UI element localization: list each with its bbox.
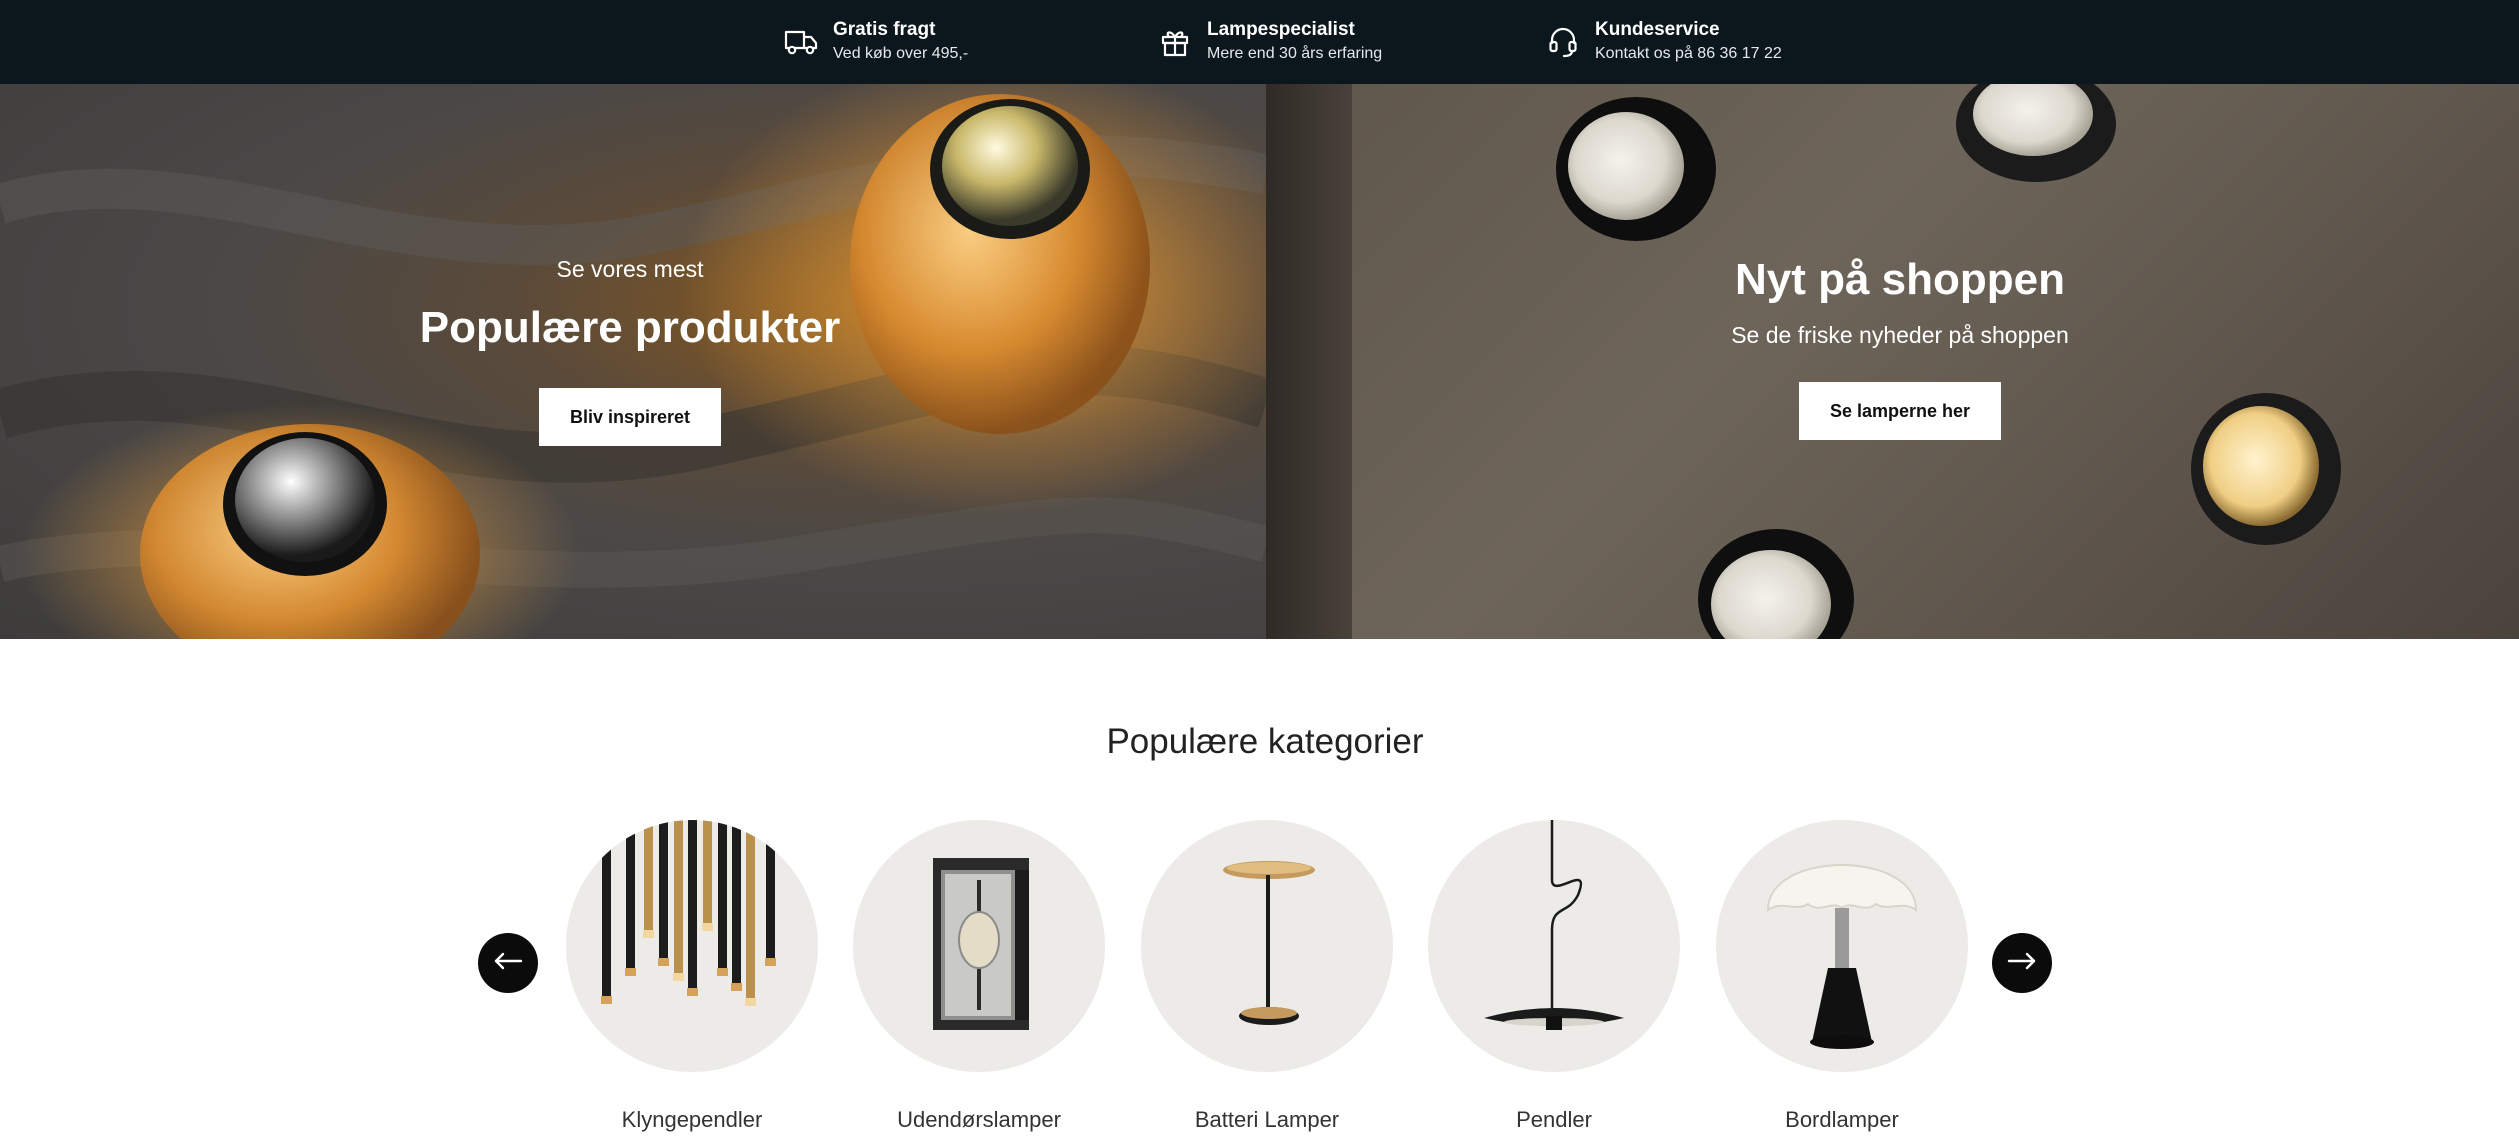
category-image	[1716, 820, 1968, 1072]
hero-kicker: Se vores mest	[556, 256, 704, 282]
category-bordlamper[interactable]: Bordlamper	[1716, 820, 1968, 1134]
category-image	[1428, 820, 1680, 1072]
hero-popular-products[interactable]: Se vores mest Populære produkter Bliv in…	[0, 84, 1266, 639]
category-label: Klyngependler	[621, 1107, 763, 1132]
category-batteri-lamper[interactable]: Batteri Lamper	[1141, 820, 1393, 1134]
category-label: Udendørslamper	[897, 1107, 1061, 1132]
headset-icon	[1545, 24, 1581, 60]
category-label: Bordlamper	[1785, 1107, 1899, 1132]
hero-left-content: Se vores mest Populære produkter Bliv in…	[0, 254, 1260, 446]
category-image	[853, 820, 1105, 1072]
category-image	[1141, 820, 1393, 1072]
usp-subtitle: Ved køb over 495,-	[833, 45, 969, 62]
usp-lamp-specialist: Lampespecialist Mere end 30 års erfaring	[1157, 0, 1382, 84]
usp-title: Gratis fragt	[833, 19, 936, 40]
truck-icon	[783, 24, 819, 60]
arrow-left-icon	[493, 951, 523, 976]
carousel-prev-button[interactable]	[478, 933, 538, 993]
usp-bar: Gratis fragt Ved køb over 495,- Lampespe…	[0, 0, 2519, 84]
usp-customer-service: Kundeservice Kontakt os på 86 36 17 22	[1545, 0, 1782, 84]
category-klyngependler[interactable]: Klyngependler	[566, 820, 818, 1134]
usp-title: Kundeservice	[1595, 19, 1720, 40]
category-label: Batteri Lamper	[1194, 1107, 1340, 1132]
category-image	[566, 820, 818, 1072]
se-lamperne-her-button[interactable]: Se lamperne her	[1798, 382, 2002, 440]
category-pendler[interactable]: Pendler	[1428, 820, 1680, 1134]
hero-title: Populære produkter	[419, 303, 841, 352]
bliv-inspireret-button[interactable]: Bliv inspireret	[538, 388, 722, 446]
gift-icon	[1157, 24, 1193, 60]
hero-right-content: Nyt på shoppen Se de friske nyheder på s…	[1266, 252, 2519, 440]
carousel-next-button[interactable]	[1992, 933, 2052, 993]
arrow-right-icon	[2007, 951, 2037, 976]
usp-free-shipping: Gratis fragt Ved køb over 495,-	[783, 0, 968, 84]
categories-heading: Populære kategorier	[1106, 722, 1424, 761]
usp-title: Lampespecialist	[1207, 19, 1355, 40]
usp-subtitle: Mere end 30 års erfaring	[1207, 45, 1383, 62]
usp-subtitle: Kontakt os på 86 36 17 22	[1595, 45, 1782, 62]
category-udendoerslamper[interactable]: Udendørslamper	[853, 820, 1105, 1134]
hero-subtitle: Se de friske nyheder på shoppen	[1731, 322, 2069, 348]
category-label: Pendler	[1516, 1107, 1592, 1132]
hero-new-in-shop[interactable]: Nyt på shoppen Se de friske nyheder på s…	[1266, 84, 2519, 639]
hero-title: Nyt på shoppen	[1734, 255, 2066, 304]
